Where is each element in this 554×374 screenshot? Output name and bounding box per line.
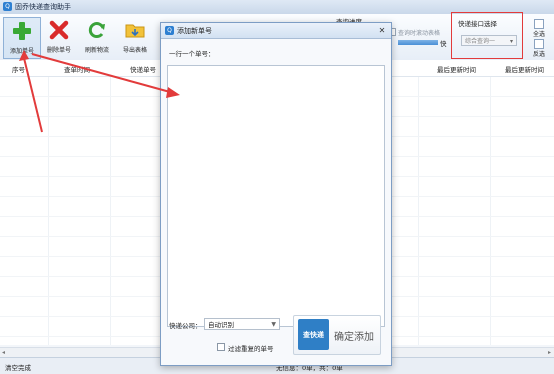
chevron-down-icon: ▾	[509, 38, 513, 45]
add-number-button[interactable]: 添加单号	[3, 17, 41, 59]
interface-panel-title: 快递接口选择	[458, 20, 497, 28]
tracking-numbers-textarea[interactable]	[167, 65, 385, 327]
column-header-last-update-2[interactable]: 最后更新时间	[505, 64, 544, 74]
invert-selection-button[interactable]: 反选	[528, 38, 550, 58]
export-label: 导出表格	[122, 47, 147, 54]
column-header-query-time[interactable]: 查单时间	[64, 64, 90, 74]
confirm-add-button[interactable]: 查快递 确定添加	[293, 315, 381, 355]
column-header-index[interactable]: 序号	[12, 64, 25, 74]
delete-number-button[interactable]: 删除单号	[41, 17, 77, 57]
refresh-button[interactable]: 刷新物流	[79, 17, 115, 57]
company-label: 快递公司：	[169, 322, 202, 330]
company-select[interactable]: 自动识别 ▼	[204, 318, 280, 330]
interface-select[interactable]: 综合查询一 ▾	[461, 35, 517, 46]
filter-duplicates-label: 过滤重复的单号	[228, 345, 274, 353]
window-title: 固乔快递查询助手	[15, 3, 71, 11]
app-icon: Q	[3, 2, 12, 11]
export-button[interactable]: 导出表格	[117, 17, 153, 57]
logo-text: 查快递	[303, 331, 324, 339]
column-divider	[418, 77, 419, 345]
add-number-dialog: Q 添加新单号 ✕ 一行一个单号： 快递公司： 自动识别 ▼ 过滤重复的单号 查…	[160, 22, 392, 366]
interface-panel: 快递接口选择 综合查询一 ▾	[451, 12, 523, 59]
plus-icon	[13, 22, 31, 40]
dialog-title: 添加新单号	[177, 27, 212, 35]
close-icon[interactable]: ✕	[376, 25, 388, 36]
status-left: 清空完成	[5, 364, 31, 372]
instruction-label: 一行一个单号：	[169, 50, 215, 58]
dialog-title-bar: Q 添加新单号 ✕	[161, 23, 391, 39]
dialog-app-icon: Q	[165, 26, 174, 35]
folder-export-icon	[125, 24, 145, 38]
column-divider	[490, 77, 491, 345]
refresh-icon	[88, 22, 105, 39]
select-all-icon	[534, 19, 544, 29]
scroll-right-icon[interactable]: ▸	[548, 349, 551, 356]
select-all-label: 全选	[532, 31, 545, 38]
column-header-tracking-number[interactable]: 快递单号	[130, 64, 156, 74]
search-express-logo-icon: 查快递	[298, 319, 329, 350]
select-all-button[interactable]: 全选	[528, 18, 550, 38]
filter-duplicates-checkbox[interactable]	[217, 343, 225, 351]
invert-selection-label: 反选	[532, 51, 545, 58]
interface-select-value: 综合查询一	[465, 38, 496, 45]
company-select-value: 自动识别	[208, 321, 234, 329]
delete-x-icon	[49, 20, 69, 40]
column-header-last-update[interactable]: 最后更新时间	[437, 64, 476, 74]
invert-selection-icon	[534, 39, 544, 49]
confirm-add-label: 确定添加	[334, 332, 374, 343]
speed-slider[interactable]	[398, 40, 438, 45]
scroll-left-icon[interactable]: ◂	[2, 349, 5, 356]
chevron-down-icon: ▼	[271, 321, 276, 328]
speed-label: 快	[440, 40, 447, 48]
scroll-table-label: 查询时滚动表格	[398, 30, 441, 37]
column-divider	[48, 77, 49, 345]
column-divider	[110, 77, 111, 345]
